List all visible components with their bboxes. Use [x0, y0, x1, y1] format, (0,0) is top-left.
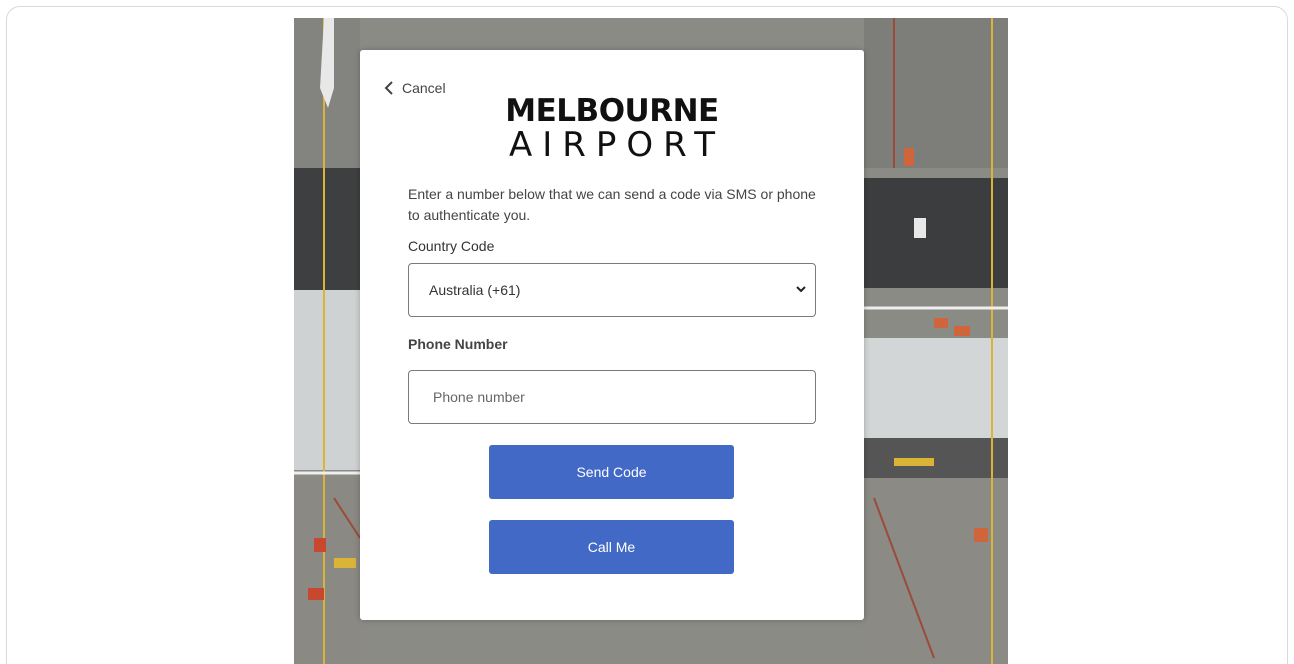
logo-line-2: AIRPORT [508, 125, 726, 165]
chevron-down-icon [796, 286, 806, 293]
chevron-left-icon [384, 81, 393, 95]
country-code-label: Country Code [408, 238, 495, 254]
intro-text: Enter a number below that we can send a … [408, 186, 816, 223]
phone-number-placeholder: Phone number [433, 389, 525, 405]
call-me-button[interactable]: Call Me [489, 520, 734, 574]
send-code-label: Send Code [576, 464, 647, 480]
logo-line-1: MELBOURNE [505, 93, 719, 129]
country-code-select[interactable]: Australia (+61) [408, 263, 816, 317]
phone-number-label: Phone Number [408, 336, 508, 352]
phone-number-input[interactable]: Phone number [408, 370, 816, 424]
call-me-label: Call Me [587, 539, 636, 555]
country-code-value: Australia (+61) [429, 282, 521, 298]
send-code-button[interactable]: Send Code [489, 445, 734, 499]
login-card: Cancel MELBOURNE AIRPORT Enter a number … [360, 50, 864, 620]
melbourne-airport-logo: MELBOURNE AIRPORT [360, 94, 864, 162]
